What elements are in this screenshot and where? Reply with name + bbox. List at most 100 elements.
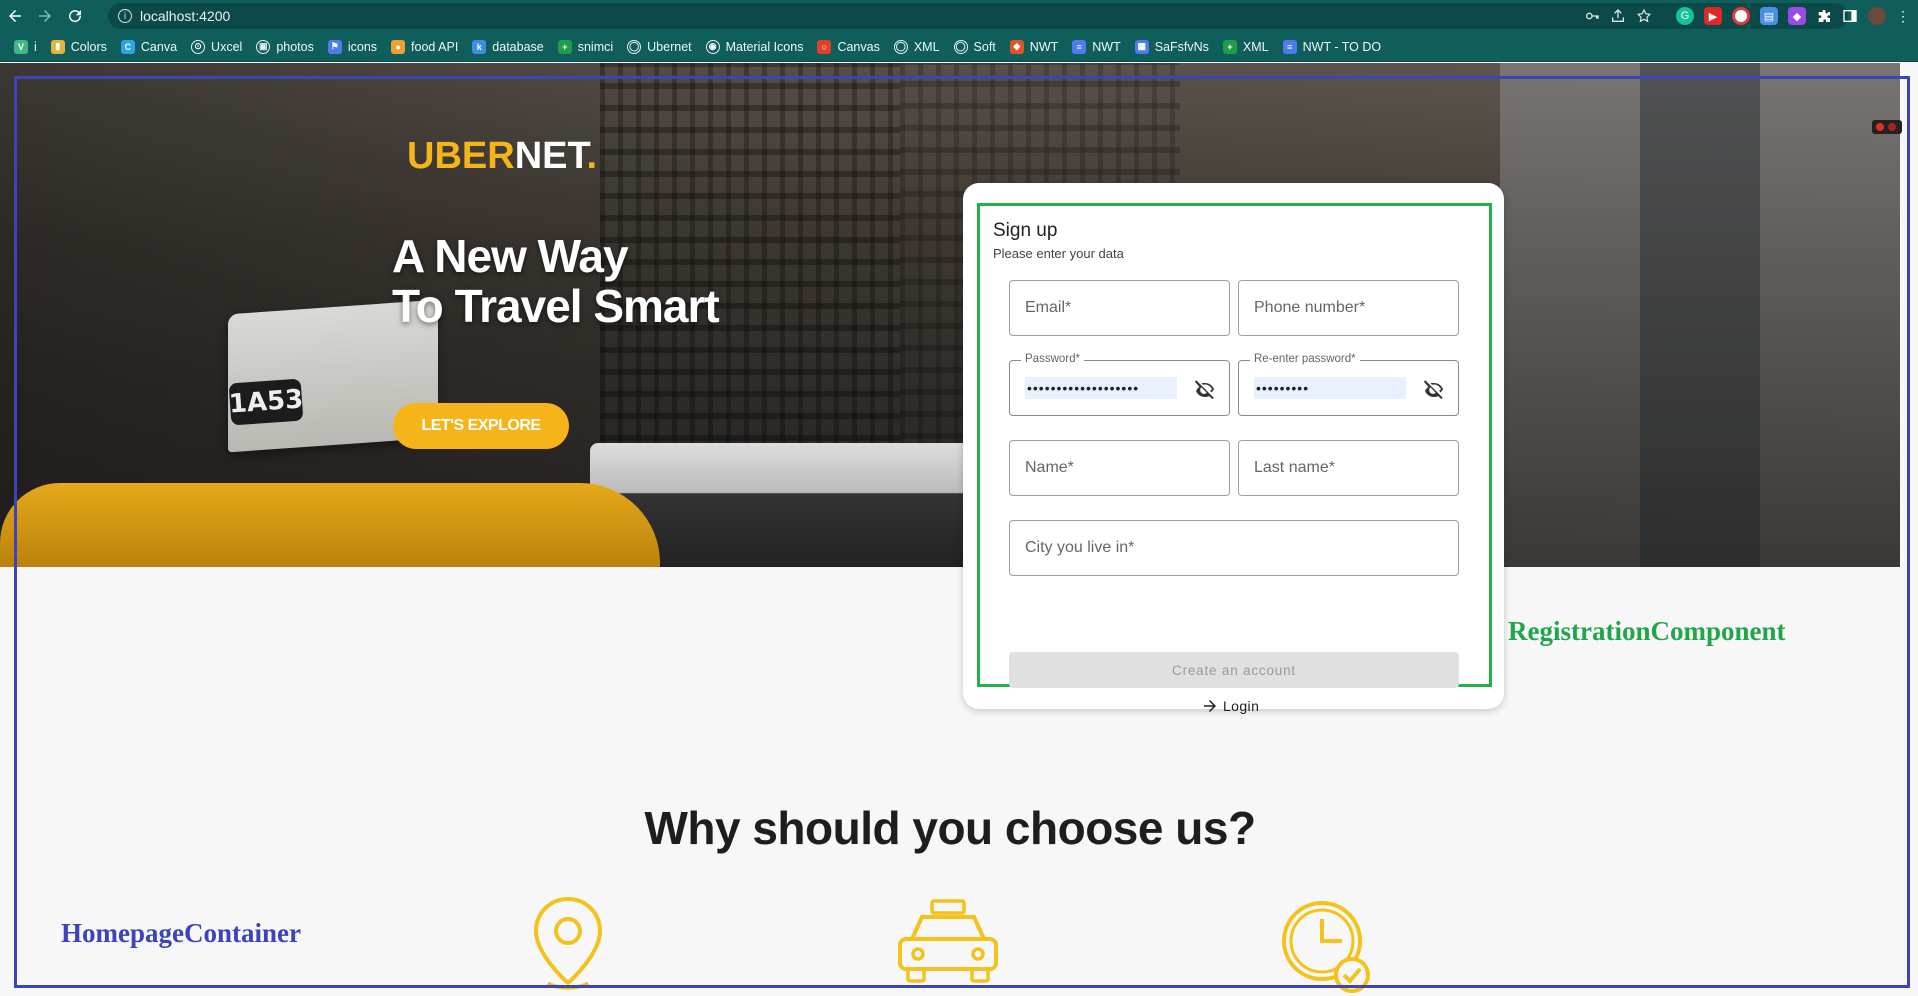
reenter-password-field[interactable]: Re-enter password* ••••••••• xyxy=(1238,353,1459,416)
bookmark-item[interactable]: + XML xyxy=(1219,39,1279,54)
why-choose-us-heading: Why should you choose us? xyxy=(644,802,1256,854)
canva-icon: C xyxy=(120,39,135,54)
bookmark-item[interactable]: ≡ NWT - TO DO xyxy=(1279,39,1391,54)
create-account-button[interactable]: Create an account xyxy=(1009,652,1459,688)
bookmark-item[interactable]: ◯ Soft xyxy=(950,39,1006,54)
forward-button[interactable] xyxy=(30,1,60,31)
phone-placeholder: Phone number* xyxy=(1254,299,1366,316)
bookmark-label: database xyxy=(492,39,544,54)
window-ext-icon[interactable]: ▤ xyxy=(1760,7,1778,25)
k-icon: k xyxy=(472,39,487,54)
logo-part-net: NET xyxy=(514,135,587,177)
traffic-light xyxy=(1872,120,1902,134)
bookmarks-bar: Vi ▮ Colors C Canva ⊙ Uxcel ▣ photos ⚑ icons ● food … xyxy=(0,32,1918,62)
doc-icon: ≡ xyxy=(1072,39,1087,54)
bookmark-item[interactable]: ● food API xyxy=(387,39,468,54)
logo-dot: . xyxy=(586,135,598,177)
lastname-field[interactable]: Last name* xyxy=(1238,440,1459,496)
url-text[interactable]: localhost:4200 xyxy=(140,8,230,24)
visibility-off-icon[interactable] xyxy=(1193,377,1217,401)
bookmark-item[interactable]: ◉ Material Icons xyxy=(702,39,814,54)
clock-check-icon xyxy=(1282,901,1370,993)
bookmark-label: icons xyxy=(347,39,378,54)
key-icon[interactable] xyxy=(1584,8,1600,24)
bookmark-label: NWT xyxy=(1092,39,1121,54)
bookmark-label: Soft xyxy=(973,39,996,54)
bookmark-item[interactable]: ⊙ Uxcel xyxy=(187,39,252,54)
reenter-password-value[interactable]: ••••••••• xyxy=(1254,377,1406,399)
bookmark-item[interactable]: ◯ XML xyxy=(890,39,950,54)
password-field[interactable]: Password* ••••••••••••••••••• xyxy=(1009,353,1230,416)
bookmark-item[interactable]: ◯ Ubernet xyxy=(623,39,701,54)
logo[interactable]: UBERNET. xyxy=(407,135,597,178)
bookmark-label: snimci xyxy=(577,39,614,54)
hero-banner: 1A53 UBERNET. A New Way To Travel Smart … xyxy=(0,63,1902,567)
bookmark-label: XML xyxy=(1242,39,1269,54)
reload-icon xyxy=(69,10,82,23)
bookmark-item[interactable]: Vi xyxy=(10,39,47,54)
record-icon[interactable] xyxy=(1732,7,1750,25)
page: 1A53 UBERNET. A New Way To Travel Smart … xyxy=(0,63,1918,996)
signup-title: Sign up xyxy=(993,220,1058,241)
reload-button[interactable] xyxy=(60,1,90,31)
sidepanel-icon[interactable] xyxy=(1842,8,1858,24)
bookmark-label: Colors xyxy=(70,39,107,54)
bookmark-item[interactable]: ≡ NWT xyxy=(1068,39,1130,54)
bookmark-label: Material Icons xyxy=(725,39,804,54)
bookmark-item[interactable]: ▮ Colors xyxy=(47,39,117,54)
registration-component-label: RegistrationComponent xyxy=(1508,616,1786,646)
bookmark-item[interactable]: ○ Canvas xyxy=(813,39,889,54)
bookmark-item[interactable]: ▦ SaFsfvNs xyxy=(1131,39,1219,54)
headline-line-1: A New Way xyxy=(392,230,629,282)
city-field[interactable]: City you live in* xyxy=(1009,520,1459,576)
info-icon[interactable]: i xyxy=(118,9,132,23)
image-icon: ▦ xyxy=(1134,39,1149,54)
github-icon: ◯ xyxy=(953,39,968,54)
kebab-menu-icon[interactable]: ⋮ xyxy=(1896,8,1910,25)
hero-building xyxy=(1640,63,1760,567)
reenter-password-label: Re-enter password* xyxy=(1250,353,1360,365)
bookmark-item[interactable]: + snimci xyxy=(554,39,623,54)
login-label: Login xyxy=(1223,698,1260,714)
uxcel-icon: ⊙ xyxy=(191,39,206,54)
camera-icon: ▣ xyxy=(256,39,271,54)
name-field[interactable]: Name* xyxy=(1009,440,1230,496)
city-placeholder: City you live in* xyxy=(1025,539,1135,556)
bookmark-label: food API xyxy=(411,39,459,54)
hero-taxi xyxy=(0,483,660,567)
share-icon[interactable] xyxy=(1610,8,1626,24)
vue-icon: V xyxy=(14,39,28,54)
back-button[interactable] xyxy=(0,1,30,31)
name-placeholder: Name* xyxy=(1025,459,1074,476)
food-icon: ● xyxy=(391,39,406,54)
arrow-right-icon xyxy=(39,10,51,22)
color-ext-icon[interactable]: ◆ xyxy=(1788,7,1806,25)
hero-headline: A New Way To Travel Smart xyxy=(392,230,720,331)
location-pin-icon xyxy=(533,896,603,990)
bookmark-item[interactable]: C Canva xyxy=(117,39,187,54)
youtube-icon[interactable]: ▶ xyxy=(1704,7,1722,25)
signup-card: Sign up Please enter your data Email* Ph… xyxy=(963,183,1504,714)
bookmark-item[interactable]: k database xyxy=(468,39,553,54)
taxi-car-icon xyxy=(898,899,998,983)
bookmark-item[interactable]: ⚑ icons xyxy=(324,39,387,54)
avatar[interactable] xyxy=(1868,7,1886,25)
login-link[interactable]: Login xyxy=(1201,695,1259,717)
bookmark-item[interactable]: ◆ NWT xyxy=(1006,39,1068,54)
password-value[interactable]: ••••••••••••••••••• xyxy=(1025,377,1177,399)
doc-icon: ≡ xyxy=(1282,39,1297,54)
plus-sheet-icon: + xyxy=(557,39,572,54)
email-field[interactable]: Email* xyxy=(1009,280,1230,336)
github-icon: ◯ xyxy=(627,39,642,54)
visibility-off-icon[interactable] xyxy=(1422,377,1446,401)
explore-button[interactable]: LET'S EXPLORE xyxy=(393,403,569,449)
bookmark-item[interactable]: ▣ photos xyxy=(252,39,324,54)
taxi-number: 1A53 xyxy=(228,378,304,426)
phone-field[interactable]: Phone number* xyxy=(1238,280,1459,336)
puzzle-icon[interactable] xyxy=(1816,8,1832,24)
toolbar-icons: G ▶ ▤ ◆ ⋮ xyxy=(1584,0,1910,32)
email-placeholder: Email* xyxy=(1025,299,1072,316)
star-icon[interactable] xyxy=(1636,8,1652,24)
grammarly-icon[interactable]: G xyxy=(1676,7,1694,25)
homepage-container-label: HomepageContainer xyxy=(61,918,301,948)
